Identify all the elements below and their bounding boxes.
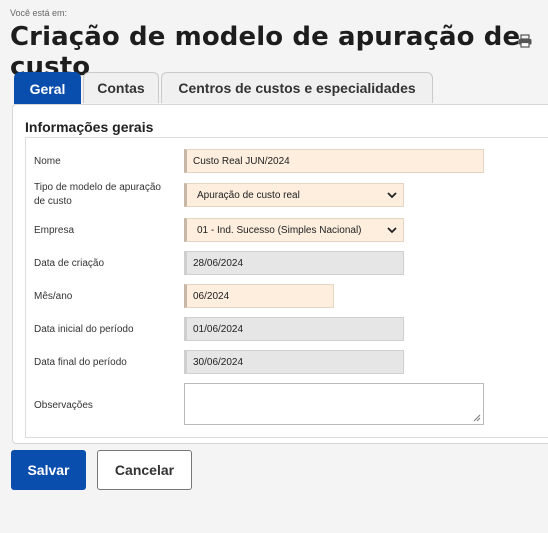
observacoes-label: Observações <box>34 400 93 411</box>
empresa-label: Empresa <box>34 225 75 236</box>
tab-centros-de-custos[interactable]: Centros de custos e especialidades <box>161 72 433 103</box>
data-inicial-label: Data inicial do período <box>34 324 134 335</box>
print-icon[interactable] <box>517 34 533 48</box>
mes-ano-input[interactable]: 06/2024 <box>184 284 334 308</box>
save-button[interactable]: Salvar <box>11 450 86 490</box>
cancel-button[interactable]: Cancelar <box>97 450 192 490</box>
data-criacao-label: Data de criação <box>34 258 105 269</box>
resize-handle-icon[interactable] <box>473 414 481 422</box>
section-title: Informações gerais <box>25 119 154 135</box>
breadcrumb: Você está em: <box>10 8 68 18</box>
tab-contas[interactable]: Contas <box>83 72 159 103</box>
data-final-label: Data final do período <box>34 357 127 368</box>
chevron-down-icon <box>387 226 397 233</box>
data-final-field: 30/06/2024 <box>184 350 404 374</box>
tipo-select[interactable]: Apuração de custo real <box>184 183 404 207</box>
observacoes-textarea[interactable] <box>184 383 484 425</box>
tipo-select-value: Apuração de custo real <box>197 189 300 201</box>
mes-ano-label: Mês/ano <box>34 291 73 302</box>
nome-input[interactable]: Custo Real JUN/2024 <box>184 149 484 173</box>
data-inicial-field: 01/06/2024 <box>184 317 404 341</box>
tab-geral[interactable]: Geral <box>14 72 81 104</box>
nome-label: Nome <box>34 156 61 167</box>
empresa-select[interactable]: 01 - Ind. Sucesso (Simples Nacional) <box>184 218 404 242</box>
tipo-label: Tipo de modelo de apuração de custo <box>34 182 161 207</box>
data-criacao-field: 28/06/2024 <box>184 251 404 275</box>
empresa-select-value: 01 - Ind. Sucesso (Simples Nacional) <box>197 224 362 236</box>
chevron-down-icon <box>387 191 397 198</box>
